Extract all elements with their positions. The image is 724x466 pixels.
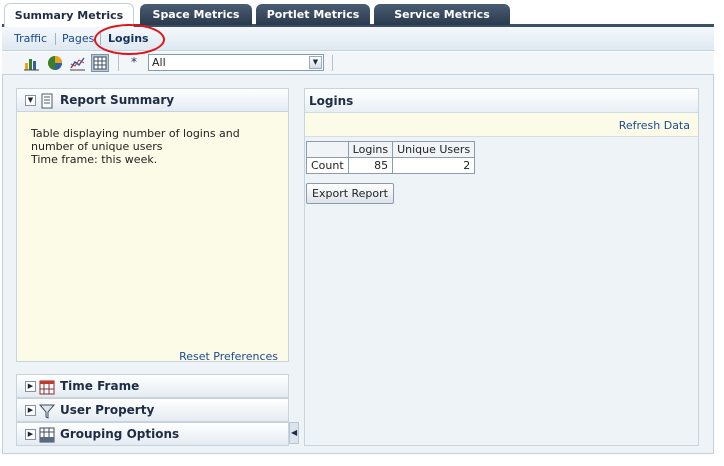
expand-toggle-icon[interactable]: ▶: [25, 405, 36, 416]
tab-portlet-metrics[interactable]: Portlet Metrics: [256, 4, 370, 25]
user-property-header[interactable]: ▶ User Property: [16, 398, 289, 422]
filter-star-label: *: [131, 55, 137, 69]
subtab-bar: Traffic Pages Logins: [2, 27, 714, 51]
time-frame-title: Time Frame: [60, 379, 140, 393]
toolbar-divider: [118, 55, 119, 71]
grouping-options-header[interactable]: ▶ Grouping Options: [16, 422, 289, 446]
report-timeframe-line: Time frame: this week.: [31, 153, 158, 166]
calendar-icon: [39, 379, 55, 395]
table-header-row: Logins Unique Users: [306, 141, 476, 158]
grouping-grid-icon: [39, 427, 55, 443]
table-view-icon[interactable]: [91, 54, 109, 72]
row-label-count: Count: [306, 157, 349, 174]
cell-unique-users-value: 2: [392, 157, 476, 174]
column-header-unique-users: Unique Users: [392, 141, 476, 158]
report-description: Table displaying number of logins and nu…: [31, 127, 281, 166]
expand-toggle-icon[interactable]: ▶: [25, 429, 36, 440]
line-chart-icon[interactable]: [69, 54, 87, 72]
document-icon: [39, 93, 55, 109]
subtab-separator: [100, 33, 101, 45]
reset-preferences-link[interactable]: Reset Preferences: [179, 350, 278, 363]
expand-toggle-icon[interactable]: ▼: [25, 95, 36, 106]
filter-select-value: All: [152, 56, 166, 69]
logins-panel-header: Logins: [305, 89, 698, 113]
report-summary-header[interactable]: ▼ Report Summary: [16, 88, 289, 112]
export-report-button[interactable]: Export Report: [306, 183, 394, 204]
bar-chart-icon[interactable]: [23, 54, 41, 72]
filter-funnel-icon: [38, 403, 56, 419]
main-tab-bar: Summary Metrics Space Metrics Portlet Me…: [0, 0, 724, 27]
view-toolbar: * All ▼: [2, 52, 714, 74]
tab-summary-metrics[interactable]: Summary Metrics: [4, 3, 134, 27]
logins-table: Logins Unique Users Count 85 2: [306, 141, 476, 174]
grouping-options-title: Grouping Options: [60, 427, 180, 441]
column-header-logins: Logins: [347, 141, 394, 158]
filter-select[interactable]: All ▼: [148, 54, 324, 71]
toolbar-divider: [332, 55, 333, 71]
left-panel: ▼ Report Summary Table displaying number…: [16, 88, 289, 446]
report-summary-title: Report Summary: [60, 93, 175, 107]
table-corner-cell: [306, 141, 349, 158]
tab-service-metrics[interactable]: Service Metrics: [374, 4, 510, 25]
tab-space-metrics[interactable]: Space Metrics: [140, 4, 252, 25]
refresh-row: Refresh Data: [305, 113, 698, 137]
chevron-left-icon: ◀: [291, 428, 298, 437]
right-panel: Logins Refresh Data Logins Unique Users …: [304, 88, 699, 446]
pie-chart-icon[interactable]: [46, 54, 64, 72]
subtab-separator: [55, 33, 56, 45]
chevron-down-icon[interactable]: ▼: [309, 56, 322, 69]
subtab-pages[interactable]: Pages: [62, 32, 94, 45]
collapse-panel-handle[interactable]: ◀: [289, 422, 299, 444]
table-row: Count 85 2: [306, 157, 476, 174]
cell-logins-value: 85: [347, 157, 394, 174]
expand-toggle-icon[interactable]: ▶: [25, 381, 36, 392]
refresh-data-link[interactable]: Refresh Data: [619, 119, 690, 132]
subtab-logins[interactable]: Logins: [108, 32, 149, 45]
subtab-traffic[interactable]: Traffic: [14, 32, 47, 45]
panel-title: Logins: [309, 94, 354, 108]
report-description-line: Table displaying number of logins and nu…: [31, 127, 240, 153]
user-property-title: User Property: [60, 403, 155, 417]
time-frame-header[interactable]: ▶ Time Frame: [16, 374, 289, 398]
report-summary-body: Table displaying number of logins and nu…: [16, 112, 289, 363]
